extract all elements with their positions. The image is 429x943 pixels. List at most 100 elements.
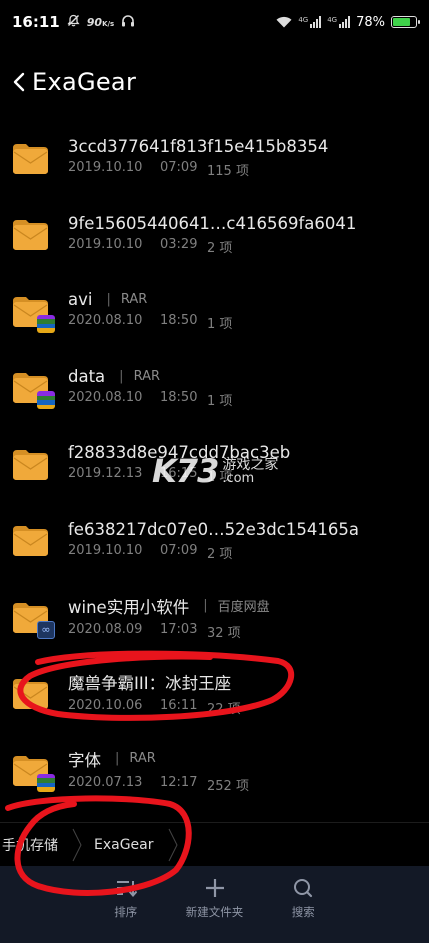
file-date: 2020.08.10 [68, 313, 143, 329]
breadcrumb-root[interactable]: 手机存储 [0, 823, 72, 867]
file-time: 07:09 [160, 542, 198, 558]
network-speed: 90K/s [87, 16, 114, 29]
sort-icon [116, 881, 137, 898]
file-date: 2020.08.09 [68, 621, 143, 637]
file-name: avi [68, 290, 93, 310]
file-tag: RAR [129, 751, 156, 767]
watermark-cn: 游戏之家 [222, 456, 279, 473]
file-row-1[interactable]: 9fe15605440641…c416569fa6041 2019.10.10 … [0, 197, 429, 274]
wifi-icon [276, 16, 292, 28]
file-item-count: 2 项 [207, 546, 233, 562]
file-name-line: fe638217dc07e0…52e3dc154165a [68, 520, 359, 539]
app-header: ExaGear [0, 56, 429, 108]
file-time: 07:09 [160, 160, 198, 176]
file-text: fe638217dc07e0…52e3dc154165a 2019.10.10 … [68, 520, 359, 562]
file-meta: 2019.10.10 07:09 2 项 [68, 543, 359, 562]
network-speed-unit: K/s [102, 19, 115, 28]
file-date: 2020.07.13 [68, 774, 143, 790]
breadcrumb-separator-icon [72, 823, 82, 867]
file-row-3[interactable]: data | RAR 2020.08.10 18:50 1 项 [0, 350, 429, 427]
file-text: 9fe15605440641…c416569fa6041 2019.10.10 … [68, 214, 356, 256]
baidu-pan-icon: ∞ [37, 620, 55, 639]
file-name: 9fe15605440641…c416569fa6041 [68, 213, 357, 233]
folder-icon [12, 677, 49, 710]
file-row-0[interactable]: 3ccd377641f813f15e415b8354 2019.10.10 07… [0, 120, 429, 197]
headphone-icon [121, 14, 135, 30]
mute-icon [67, 14, 80, 30]
folder-icon [12, 448, 49, 481]
file-meta: 2020.10.06 16:11 22 项 [68, 698, 241, 717]
chevron-left-icon [13, 72, 25, 92]
sort-label: 排序 [114, 905, 138, 919]
breadcrumb-current[interactable]: ExaGear [82, 823, 168, 867]
file-name-line: avi | RAR [68, 290, 232, 309]
file-name: wine实用小软件 [68, 597, 190, 617]
watermark-com: .com [222, 470, 255, 486]
plus-icon [205, 879, 224, 897]
file-meta: 2019.10.10 07:09 115 项 [68, 160, 328, 179]
file-date: 2019.10.10 [68, 542, 143, 558]
battery-fill [393, 18, 411, 26]
bottom-toolbar: 排序 新建文件夹 搜索 [0, 866, 429, 943]
file-date: 2020.08.10 [68, 389, 143, 405]
file-name-line: data | RAR [68, 367, 232, 386]
new-folder-label: 新建文件夹 [185, 905, 244, 919]
rar-archive-icon [37, 773, 55, 792]
file-text: data | RAR 2020.08.10 18:50 1 项 [68, 367, 232, 409]
folder-icon [12, 371, 55, 410]
battery-percent: 78% [356, 14, 385, 30]
tag-separator: | [119, 368, 124, 384]
file-item-count: 115 项 [207, 164, 249, 180]
file-time: 16:11 [160, 698, 198, 714]
file-item-count: 2 项 [207, 240, 233, 256]
file-time: 12:17 [160, 774, 198, 790]
new-folder-button[interactable]: 新建文件夹 [185, 878, 244, 943]
search-icon [294, 879, 313, 898]
status-time: 16:11 [12, 13, 60, 31]
file-text: 3ccd377641f813f15e415b8354 2019.10.10 07… [68, 137, 328, 179]
file-date: 2019.10.10 [68, 160, 143, 176]
file-row-8[interactable]: 字体 | RAR 2020.07.13 12:17 252 项 [0, 732, 429, 809]
file-name: fe638217dc07e0…52e3dc154165a [68, 519, 359, 539]
file-item-count: 1 项 [207, 393, 233, 409]
rar-archive-icon [37, 314, 55, 333]
sort-button[interactable]: 排序 [102, 878, 150, 943]
file-name-line: 3ccd377641f813f15e415b8354 [68, 137, 328, 156]
file-date: 2020.10.06 [68, 698, 143, 714]
rar-archive-icon [37, 391, 55, 410]
file-item-count: 1 项 [207, 317, 233, 333]
file-row-2[interactable]: avi | RAR 2020.08.10 18:50 1 项 [0, 273, 429, 350]
back-button[interactable] [10, 69, 28, 95]
breadcrumb: 手机存储 ExaGear [0, 822, 429, 866]
file-row-7[interactable]: 魔兽争霸III：冰封王座 2020.10.06 16:11 22 项 [0, 656, 429, 733]
watermark-text: 游戏之家 .com [222, 458, 278, 485]
file-name: 魔兽争霸III：冰封王座 [68, 674, 232, 694]
file-row-6[interactable]: ∞ wine实用小软件 | 百度网盘 2020.08.09 17:03 32 项 [0, 579, 429, 656]
file-name-line: wine实用小软件 | 百度网盘 [68, 594, 270, 618]
file-meta: 2020.08.10 18:50 1 项 [68, 313, 232, 332]
breadcrumb-end-icon [168, 823, 178, 867]
file-time: 18:50 [160, 313, 198, 329]
status-right: 4G 4G 78% [276, 14, 420, 30]
file-text: 字体 | RAR 2020.07.13 12:17 252 项 [68, 747, 249, 794]
file-tag: RAR [120, 292, 148, 308]
tag-separator: | [115, 751, 120, 767]
file-tag: RAR [133, 368, 160, 384]
file-time: 18:50 [160, 389, 198, 405]
signal-tag-1: 4G [298, 16, 309, 24]
folder-icon [12, 524, 49, 557]
file-name: data [68, 366, 106, 386]
status-bar: 16:11 90K/s 4G 4G 78% [0, 0, 429, 44]
folder-icon [12, 142, 49, 175]
file-row-5[interactable]: fe638217dc07e0…52e3dc154165a 2019.10.10 … [0, 503, 429, 580]
watermark-logo: K73 [152, 452, 219, 490]
file-text: wine实用小软件 | 百度网盘 2020.08.09 17:03 32 项 [68, 594, 270, 641]
folder-icon [12, 218, 49, 251]
file-date: 2019.10.10 [68, 236, 143, 252]
folder-icon [12, 295, 55, 333]
file-meta: 2019.10.10 03:29 2 项 [68, 237, 356, 256]
search-button[interactable]: 搜索 [279, 878, 327, 943]
file-date: 2019.12.13 [68, 466, 143, 482]
file-text: avi | RAR 2020.08.10 18:50 1 项 [68, 290, 232, 332]
tag-separator: | [203, 598, 208, 614]
